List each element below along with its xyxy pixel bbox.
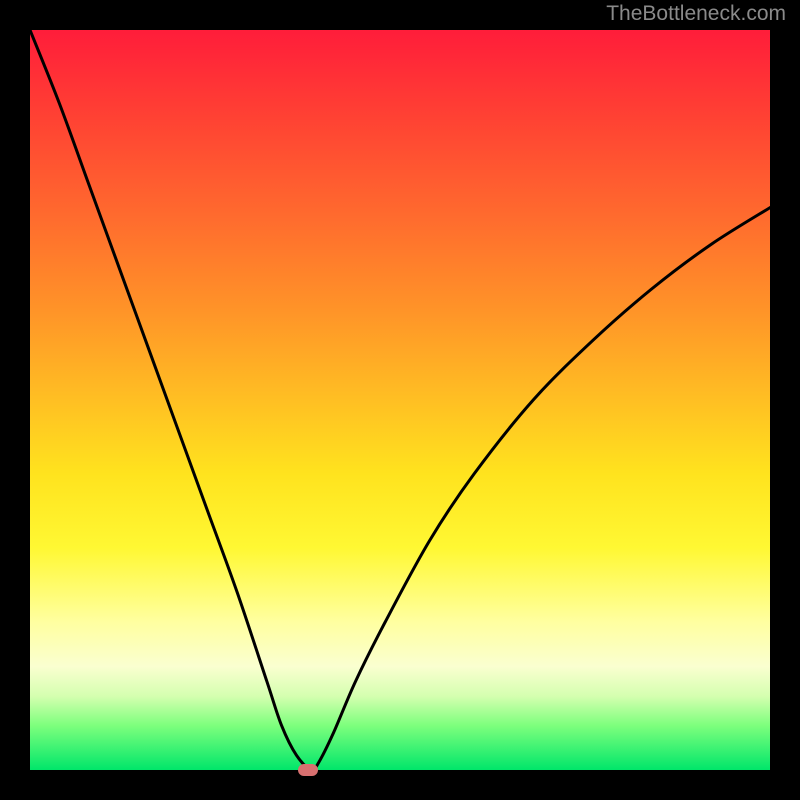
watermark-text: TheBottleneck.com <box>606 2 786 26</box>
chart-frame: TheBottleneck.com <box>0 0 800 800</box>
minimum-marker <box>298 764 318 776</box>
plot-area <box>30 30 770 770</box>
bottleneck-curve-path <box>30 30 770 770</box>
curve-svg <box>30 30 770 770</box>
